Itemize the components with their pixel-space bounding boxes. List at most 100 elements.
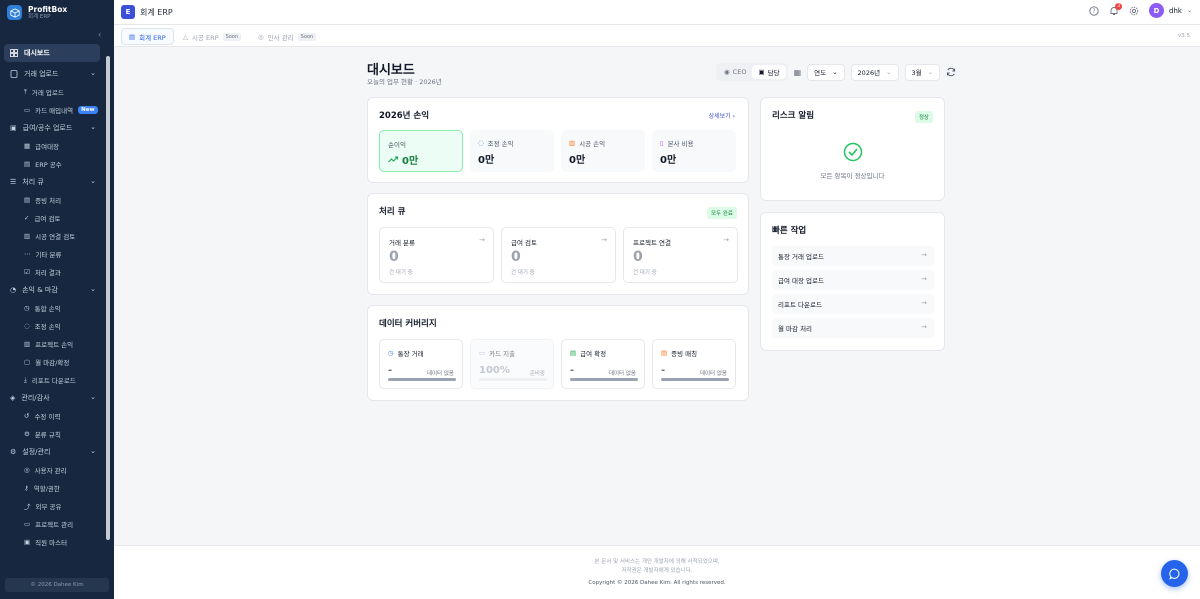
- wallet-icon: ▣: [10, 124, 17, 132]
- scroll-thumb[interactable]: [106, 56, 110, 540]
- rule-icon: ⚙: [24, 430, 30, 438]
- queue-tile-transactions[interactable]: 거래 분류 → 0 건 대기 중: [379, 227, 494, 283]
- bell-button[interactable]: 3: [1109, 2, 1123, 16]
- detail-link[interactable]: 상세보기 ›: [709, 111, 735, 120]
- sidebar-item-construction-link[interactable]: ▥ 시공 연결 검토: [0, 227, 104, 245]
- sidebar-item-results[interactable]: ☑ 처리 결과: [0, 263, 104, 281]
- doc-icon: [10, 70, 18, 78]
- new-badge: New: [78, 106, 98, 114]
- sidebar-item-label: 리포트 다운로드: [31, 377, 76, 385]
- queue-title: 처리 큐: [379, 207, 406, 217]
- card-icon: ▭: [479, 349, 486, 357]
- arrow-right-icon: →: [921, 251, 927, 259]
- tab-construction-erp[interactable]: △ 시공 ERP Soon: [176, 28, 248, 45]
- queue-tile-project[interactable]: 프로젝트 연결 → 0 건 대기 중: [623, 227, 738, 283]
- chevron-down-icon: ⌄: [90, 285, 96, 293]
- sidebar-item-history[interactable]: ↺ 수정 이력: [0, 407, 104, 425]
- hq-cost-tile[interactable]: ▯ 본사 비용 0만: [652, 130, 736, 172]
- quick-action-label: 월 마감 처리: [778, 325, 813, 333]
- sidebar-group-pnl[interactable]: ◔ 손익 & 마감 ⌄: [0, 281, 104, 299]
- sidebar-item-other[interactable]: ⋯ 기타 분류: [0, 245, 104, 263]
- soon-badge: Soon: [297, 32, 317, 41]
- sidebar-item-roles[interactable]: ⚷ 역할/권한: [0, 479, 104, 497]
- sidebar-group-settings[interactable]: ⚙ 설정/관리 ⌄: [0, 443, 104, 461]
- queue-tile-payroll[interactable]: 급여 검토 → 0 건 대기 중: [501, 227, 616, 283]
- gear-icon[interactable]: [1129, 6, 1139, 16]
- soon-badge: Soon: [222, 32, 242, 41]
- chat-icon: [1168, 568, 1179, 580]
- sidebar-item-erp-hours[interactable]: ▤ ERP 공수: [0, 155, 104, 173]
- coverage-label-text: 통장 거래: [397, 350, 424, 358]
- tab-hr[interactable]: ◎ 인사 관리 Soon: [251, 28, 323, 45]
- building-icon: ▥: [24, 232, 31, 240]
- sidebar-scrollbar[interactable]: [105, 44, 111, 568]
- sidebar-group-queue[interactable]: ☰ 처리 큐 ⌄: [0, 173, 104, 191]
- chevron-down-icon: ⌄: [90, 123, 96, 131]
- sidebar-item-employees[interactable]: ▣ 직원 마스터: [0, 533, 104, 551]
- quick-action-report-download[interactable]: 리포트 다운로드 →: [772, 294, 934, 314]
- brand[interactable]: ProfitBox 회계 ERP: [0, 0, 114, 25]
- user-menu[interactable]: D dhk ⌄: [1149, 3, 1192, 18]
- sidebar-item-card[interactable]: ▭ 카드 매입내역 New: [0, 101, 104, 119]
- app-title: 회계 ERP: [140, 8, 173, 17]
- period-select[interactable]: 연도 ⌄: [807, 63, 845, 81]
- coverage-value: 100%: [479, 365, 510, 376]
- avatar: D: [1149, 3, 1165, 18]
- sidebar-item-evidence[interactable]: ▤ 증빙 처리: [0, 191, 104, 209]
- adjusted-pnl-tile[interactable]: ◌ 조정 손익 0만: [470, 130, 554, 172]
- refresh-icon[interactable]: [946, 67, 956, 77]
- sidebar-item-label: 외부 공유: [35, 503, 62, 511]
- sidebar-item-adjusted-pnl[interactable]: ◌ 조정 손익: [0, 317, 104, 335]
- quick-action-payroll-upload[interactable]: 급여 대장 업로드 →: [772, 270, 934, 290]
- staff-view-button[interactable]: ▣ 담당: [752, 65, 786, 79]
- net-profit-tile[interactable]: 순이익 0만: [379, 130, 463, 172]
- sidebar-item-upload[interactable]: ⤒ 거래 업로드: [0, 83, 104, 101]
- sidebar-item-dashboard[interactable]: 대시보드: [4, 44, 100, 62]
- sidebar-group-audit[interactable]: ◈ 관리/감사 ⌄: [0, 389, 104, 407]
- coverage-tile-evidence[interactable]: ▤ 증빙 매칭 - 데이터 없음: [652, 339, 736, 389]
- sidebar-item-rules[interactable]: ⚙ 분류 규칙: [0, 425, 104, 443]
- sidebar-item-report[interactable]: ⤓ 리포트 다운로드: [0, 371, 104, 389]
- tile-label: ▯ 본사 비용: [660, 138, 694, 148]
- coverage-bar: [570, 378, 638, 381]
- sidebar-group-upload[interactable]: 거래 업로드 ⌄: [0, 65, 104, 83]
- sidebar-item-label: 관리/감사: [21, 394, 50, 402]
- sidebar-item-close[interactable]: ▢ 월 마감/확정: [0, 353, 104, 371]
- year-select[interactable]: 2026년 ⌄: [850, 63, 899, 81]
- coverage-tile-payroll[interactable]: ▤ 급여 확정 - 데이터 없음: [561, 339, 645, 389]
- user-check-icon: ✓: [24, 214, 30, 222]
- arrow-right-icon: →: [601, 236, 607, 244]
- coverage-tile-bank[interactable]: ◷ 통장 거래 - 데이터 없음: [379, 339, 463, 389]
- sidebar-item-label: 수정 이력: [34, 413, 61, 421]
- sidebar-item-project-pnl[interactable]: ▥ 프로젝트 손익: [0, 335, 104, 353]
- sidebar-item-users[interactable]: ◎ 사용자 관리: [0, 461, 104, 479]
- lock-icon: ▢: [24, 358, 31, 366]
- sidebar-item-share[interactable]: ⤴ 외부 공유: [0, 497, 104, 515]
- sidebar-group-payroll[interactable]: ▣ 급여/공수 업로드 ⌄: [0, 119, 104, 137]
- collapse-chevron-icon[interactable]: ‹: [98, 30, 101, 39]
- quick-action-bank-upload[interactable]: 통장 거래 업로드 →: [772, 246, 934, 266]
- tile-value: 0만: [569, 155, 586, 166]
- coverage-tile-card[interactable]: ▭ 카드 지출 100% 준비중: [470, 339, 554, 389]
- quick-action-month-close[interactable]: 월 마감 처리 →: [772, 318, 934, 338]
- coverage-label-text: 급여 확정: [580, 350, 607, 358]
- quick-action-label: 통장 거래 업로드: [778, 253, 824, 261]
- tab-label: 회계 ERP: [139, 33, 166, 42]
- sidebar-item-payroll-review[interactable]: ✓ 급여 검토: [0, 209, 104, 227]
- construction-pnl-tile[interactable]: ▥ 시공 손익 0만: [561, 130, 645, 172]
- sidebar-item-label: 직원 마스터: [35, 539, 68, 547]
- queue-card: 처리 큐 모두 완료 거래 분류 → 0 건 대기 중 급여 검토 → 0 건 …: [367, 193, 749, 295]
- sidebar-nav: 대시보드 거래 업로드 ⌄ ⤒ 거래 업로드 ▭ 카드 매입내역 New ▣ 급여/공…: [0, 44, 104, 568]
- sidebar-item-payroll-ledger[interactable]: ▦ 급여대장: [0, 137, 104, 155]
- check-circle-icon: [843, 142, 863, 162]
- building-icon: △: [183, 32, 188, 41]
- tab-accounting-erp[interactable]: ▤ 회계 ERP: [121, 28, 174, 45]
- detail-link-label: 상세보기: [708, 113, 731, 120]
- ceo-view-button[interactable]: ◉ CEO: [718, 65, 752, 79]
- sidebar-item-total-pnl[interactable]: ◷ 통합 손익: [0, 299, 104, 317]
- sidebar-item-projects[interactable]: ▭ 프로젝트 관리: [0, 515, 104, 533]
- month-select[interactable]: 3월 ⌄: [904, 63, 941, 81]
- chat-button[interactable]: [1161, 560, 1188, 587]
- doc-icon: ▤: [129, 32, 136, 41]
- help-icon[interactable]: ?: [1089, 5, 1099, 16]
